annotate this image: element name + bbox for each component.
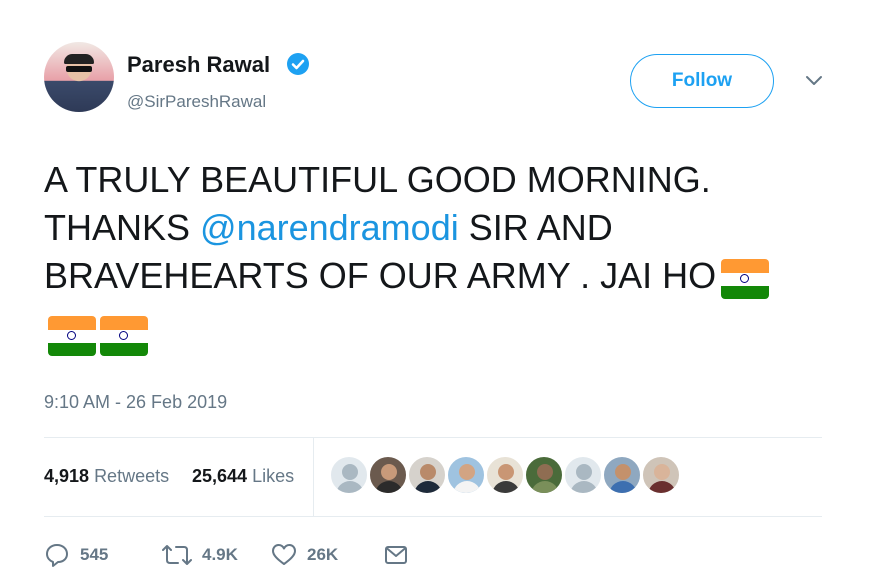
- india-flag-emoji-icon: [100, 316, 148, 356]
- follow-button[interactable]: Follow: [630, 54, 774, 108]
- reply-icon: [46, 544, 68, 567]
- liker-body: [492, 481, 520, 493]
- liker-body: [648, 481, 676, 493]
- verified-badge-icon: [287, 53, 309, 75]
- liker-avatar-photo[interactable]: [369, 456, 407, 494]
- reply-count: 545: [80, 545, 109, 564]
- liker-avatar-photo[interactable]: [486, 456, 524, 494]
- liker-head: [381, 464, 397, 480]
- avatar-hair: [64, 54, 94, 64]
- liker-avatar-photo[interactable]: [603, 456, 641, 494]
- liker-head: [654, 464, 670, 480]
- liker-avatar-default-icon[interactable]: [564, 456, 602, 494]
- liker-head: [576, 464, 592, 480]
- liker-head: [537, 464, 553, 480]
- likes-count: 25,644: [192, 466, 248, 486]
- liker-head: [498, 464, 514, 480]
- liker-body: [531, 481, 559, 493]
- liker-body: [375, 481, 403, 493]
- liker-avatar-photo[interactable]: [642, 456, 680, 494]
- liker-head: [420, 464, 436, 480]
- likes-label: Likes: [252, 466, 295, 486]
- profile-avatar[interactable]: [44, 42, 114, 112]
- tweet-line-2-suffix: SIR AND: [458, 207, 613, 248]
- retweets-count: 4,918: [44, 466, 90, 486]
- direct-message-action[interactable]: [384, 540, 408, 570]
- liker-avatar-photo[interactable]: [525, 456, 563, 494]
- reply-action[interactable]: 545: [44, 540, 108, 570]
- stats-divider: [313, 438, 314, 516]
- display-name[interactable]: Paresh Rawal: [127, 52, 270, 78]
- liker-head: [342, 464, 358, 480]
- envelope-icon: [385, 546, 407, 564]
- mention-link[interactable]: @narendramodi: [200, 207, 459, 248]
- india-flag-emoji-icon: [48, 316, 96, 356]
- retweets-label: Retweets: [94, 466, 170, 486]
- retweets-stat[interactable]: 4,918 Retweets: [44, 466, 169, 487]
- like-action[interactable]: 26K: [271, 540, 338, 570]
- tweet-line-1: A TRULY BEAUTIFUL GOOD MORNING.: [44, 159, 711, 200]
- retweet-icon: [162, 545, 192, 565]
- divider-top: [44, 437, 822, 438]
- india-flag-emoji-icon: [721, 259, 769, 299]
- chevron-down-icon[interactable]: [805, 75, 823, 87]
- likes-stat[interactable]: 25,644 Likes: [192, 466, 294, 487]
- heart-icon: [272, 544, 296, 565]
- liker-head: [459, 464, 475, 480]
- tweet-text: A TRULY BEAUTIFUL GOOD MORNING. THANKS @…: [44, 156, 834, 300]
- liker-body: [453, 481, 481, 493]
- tweet-line-3: BRAVEHEARTS OF OUR ARMY . JAI HO .: [44, 255, 737, 296]
- liker-head: [615, 464, 631, 480]
- liker-body: [414, 481, 442, 493]
- liker-body: [570, 481, 598, 493]
- tweet-timestamp[interactable]: 9:10 AM - 26 Feb 2019: [44, 392, 227, 413]
- liker-avatar-photo[interactable]: [447, 456, 485, 494]
- liker-avatar-default-icon[interactable]: [330, 456, 368, 494]
- liker-body: [336, 481, 364, 493]
- divider-bottom: [44, 516, 822, 517]
- user-handle[interactable]: @SirPareshRawal: [127, 92, 266, 112]
- like-count: 26K: [307, 545, 339, 564]
- liker-body: [609, 481, 637, 493]
- retweet-count: 4.9K: [202, 545, 238, 564]
- avatar-glasses: [66, 66, 92, 72]
- tweet-line-2: THANKS @narendramodi SIR AND: [44, 204, 834, 252]
- tweet-card: Paresh Rawal @SirPareshRawal Follow A TR…: [0, 0, 875, 583]
- retweet-action[interactable]: 4.9K: [162, 540, 238, 570]
- tweet-line-2-prefix: THANKS: [44, 207, 201, 248]
- liker-avatar-photo[interactable]: [408, 456, 446, 494]
